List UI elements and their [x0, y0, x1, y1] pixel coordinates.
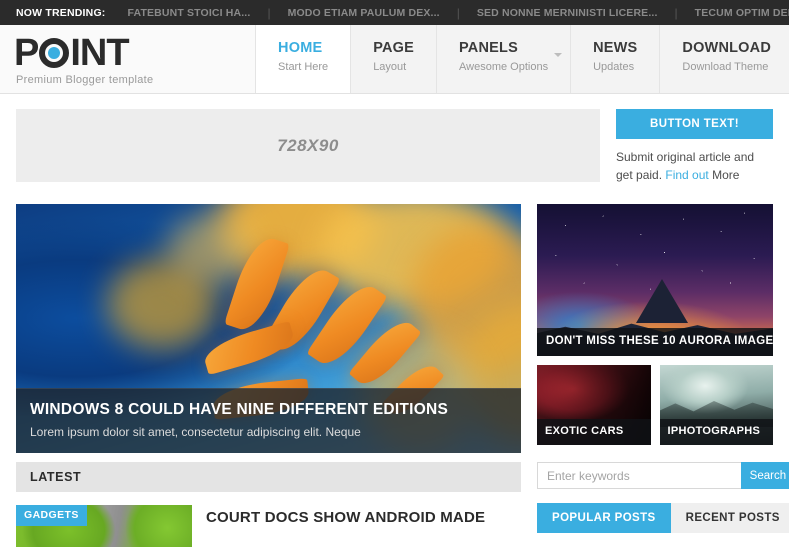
featured-post-title: WINDOWS 8 COULD HAVE NINE DIFFERENT EDIT… [30, 401, 449, 418]
post-category-badge[interactable]: GADGETS [16, 505, 87, 526]
trending-separator: | [456, 5, 460, 20]
search-widget: Search [537, 462, 789, 489]
ad-banner-size-label: 728X90 [277, 135, 339, 155]
featured-post-caption: WINDOWS 8 COULD HAVE NINE DIFFERENT EDIT… [16, 388, 521, 453]
nav-item-subtitle: Layout [373, 61, 407, 73]
tab-recent-posts[interactable]: RECENT POSTS [670, 503, 789, 533]
tab-popular-posts[interactable]: POPULAR POSTS [537, 503, 671, 533]
thumbnail-caption: IPHOTOGRAPHS [659, 419, 773, 445]
logo-wordmark: P INT [14, 34, 153, 72]
nav-item-subtitle: Updates [593, 61, 635, 73]
ad-banner-placeholder[interactable]: 728X90 [16, 109, 600, 182]
trending-item[interactable]: MODO ETIAM PAULUM DEX... [288, 7, 440, 19]
latest-section-header: LATEST [16, 462, 521, 492]
thumbnail-card-exotic-cars[interactable]: EXOTIC CARS [537, 365, 651, 445]
thumbnail-card-aurora[interactable]: DON'T MISS THESE 10 AURORA IMAGES [537, 204, 773, 356]
featured-post-card[interactable]: WINDOWS 8 COULD HAVE NINE DIFFERENT EDIT… [16, 204, 521, 453]
mountain-peak-shape [636, 278, 689, 323]
ad-sidebar-widget: BUTTON TEXT! Submit original article and… [616, 109, 773, 184]
sidebar-column: Search POPULAR POSTS RECENT POSTS [537, 453, 789, 533]
trending-item-list: FATEBUNT STOICI HA... | MODO ETIAM PAULU… [128, 6, 789, 20]
featured-content-row: WINDOWS 8 COULD HAVE NINE DIFFERENT EDIT… [0, 182, 789, 453]
nav-item-subtitle: Start Here [278, 61, 329, 73]
post-title[interactable]: COURT DOCS SHOW ANDROID MADE [206, 505, 485, 527]
logo-letter-p: P [14, 32, 39, 74]
post-thumbnail[interactable]: GADGETS [16, 505, 192, 547]
nav-item-page[interactable]: PAGE Layout [350, 25, 437, 93]
nav-item-home[interactable]: HOME Start Here [255, 25, 351, 93]
latest-posts-column: LATEST GADGETS COURT DOCS SHOW ANDROID M… [16, 453, 521, 547]
site-logo[interactable]: P INT Premium Blogger template [0, 25, 153, 93]
trending-label: NOW TRENDING: [16, 6, 106, 19]
search-input[interactable] [537, 462, 741, 489]
featured-sidebar: DON'T MISS THESE 10 AURORA IMAGES EXOTIC… [537, 204, 773, 445]
nav-item-subtitle: Download Theme [682, 61, 769, 73]
nav-item-news[interactable]: NEWS Updates [570, 25, 660, 93]
main-navigation: HOME Start Here PAGE Layout PANELS Aweso… [255, 25, 789, 93]
trending-separator: | [267, 5, 271, 20]
ad-text-after: More [708, 168, 740, 182]
trending-separator: | [674, 5, 678, 20]
chevron-down-icon [554, 53, 563, 57]
nav-item-title: DOWNLOAD [682, 40, 771, 56]
trending-item[interactable]: TECUM OPTIM DEIND ETI... [695, 7, 789, 19]
nav-item-download[interactable]: DOWNLOAD Download Theme [659, 25, 789, 93]
trending-item[interactable]: SED NONNE MERNINISTI LICERE... [477, 7, 658, 19]
cta-button[interactable]: BUTTON TEXT! [616, 109, 773, 139]
latest-section-title: LATEST [30, 470, 82, 484]
logo-letters-int: INT [70, 32, 129, 74]
nav-item-subtitle: Awesome Options [459, 61, 549, 73]
featured-post-excerpt: Lorem ipsum dolor sit amet, consectetur … [30, 425, 361, 439]
sidebar-tab-bar: POPULAR POSTS RECENT POSTS [537, 503, 789, 533]
thumbnail-row: EXOTIC CARS IPHOTOGRAPHS [537, 365, 773, 445]
thumbnail-caption: DON'T MISS THESE 10 AURORA IMAGES [537, 328, 773, 356]
lower-content-row: LATEST GADGETS COURT DOCS SHOW ANDROID M… [0, 453, 789, 547]
search-button[interactable]: Search [740, 462, 789, 489]
ad-sidebar-text: Submit original article and get paid. Fi… [616, 148, 773, 184]
trending-bar: NOW TRENDING: FATEBUNT STOICI HA... | MO… [0, 0, 789, 25]
site-header: P INT Premium Blogger template HOME Star… [0, 25, 789, 94]
nav-item-title: HOME [278, 40, 323, 56]
trending-item[interactable]: FATEBUNT STOICI HA... [128, 7, 251, 19]
nav-item-panels[interactable]: PANELS Awesome Options [436, 25, 571, 93]
nav-item-title: NEWS [593, 40, 638, 56]
logo-target-icon [39, 38, 70, 68]
advertisement-row: 728X90 BUTTON TEXT! Submit original arti… [0, 94, 789, 182]
logo-tagline: Premium Blogger template [16, 74, 154, 86]
thumbnail-card-iphotographs[interactable]: IPHOTOGRAPHS [659, 365, 773, 445]
find-out-link[interactable]: Find out [665, 168, 708, 182]
list-item[interactable]: GADGETS COURT DOCS SHOW ANDROID MADE [16, 505, 521, 547]
nav-item-title: PAGE [373, 40, 415, 56]
thumbnail-caption: EXOTIC CARS [537, 419, 651, 445]
nav-item-title: PANELS [459, 40, 518, 56]
